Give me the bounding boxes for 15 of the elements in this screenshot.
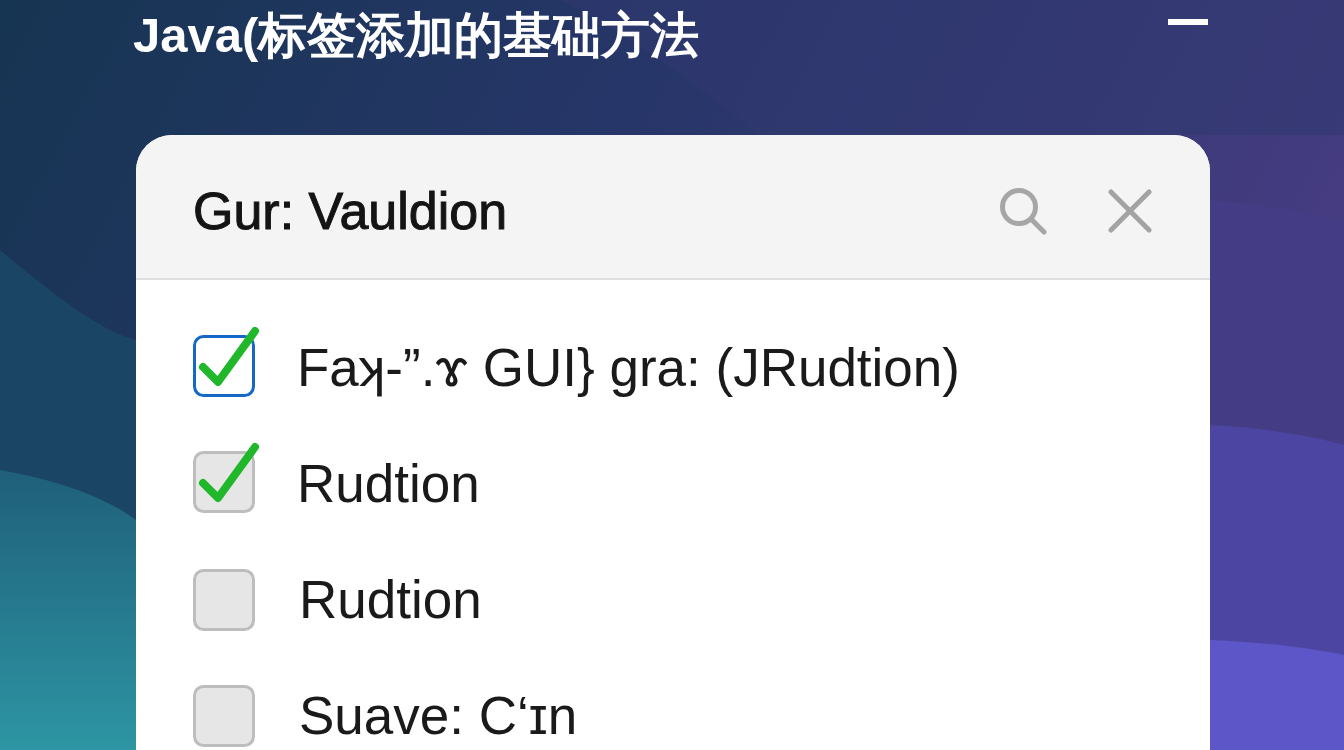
check-icon [199, 327, 259, 386]
window-title: Java(标签添加的基础方法 [133, 7, 700, 64]
checkbox-label: Faʞ-”.ɤ GUI} gra: (JRudtion) [297, 337, 960, 399]
search-icon [998, 186, 1048, 235]
dialog-title: Gur: Vauldion [193, 180, 508, 242]
checkbox-label: Rudtion [299, 569, 482, 631]
close-icon [1108, 188, 1152, 233]
checkbox[interactable] [193, 685, 255, 747]
close-button[interactable] [1108, 188, 1152, 233]
checkbox[interactable] [193, 569, 255, 631]
search-button[interactable] [998, 186, 1048, 235]
checkbox-label: Suave: C‘ɪn [299, 685, 578, 747]
checkbox-label: Rudtion [297, 453, 480, 515]
minimize-icon [1168, 19, 1208, 25]
check-icon [199, 443, 259, 502]
